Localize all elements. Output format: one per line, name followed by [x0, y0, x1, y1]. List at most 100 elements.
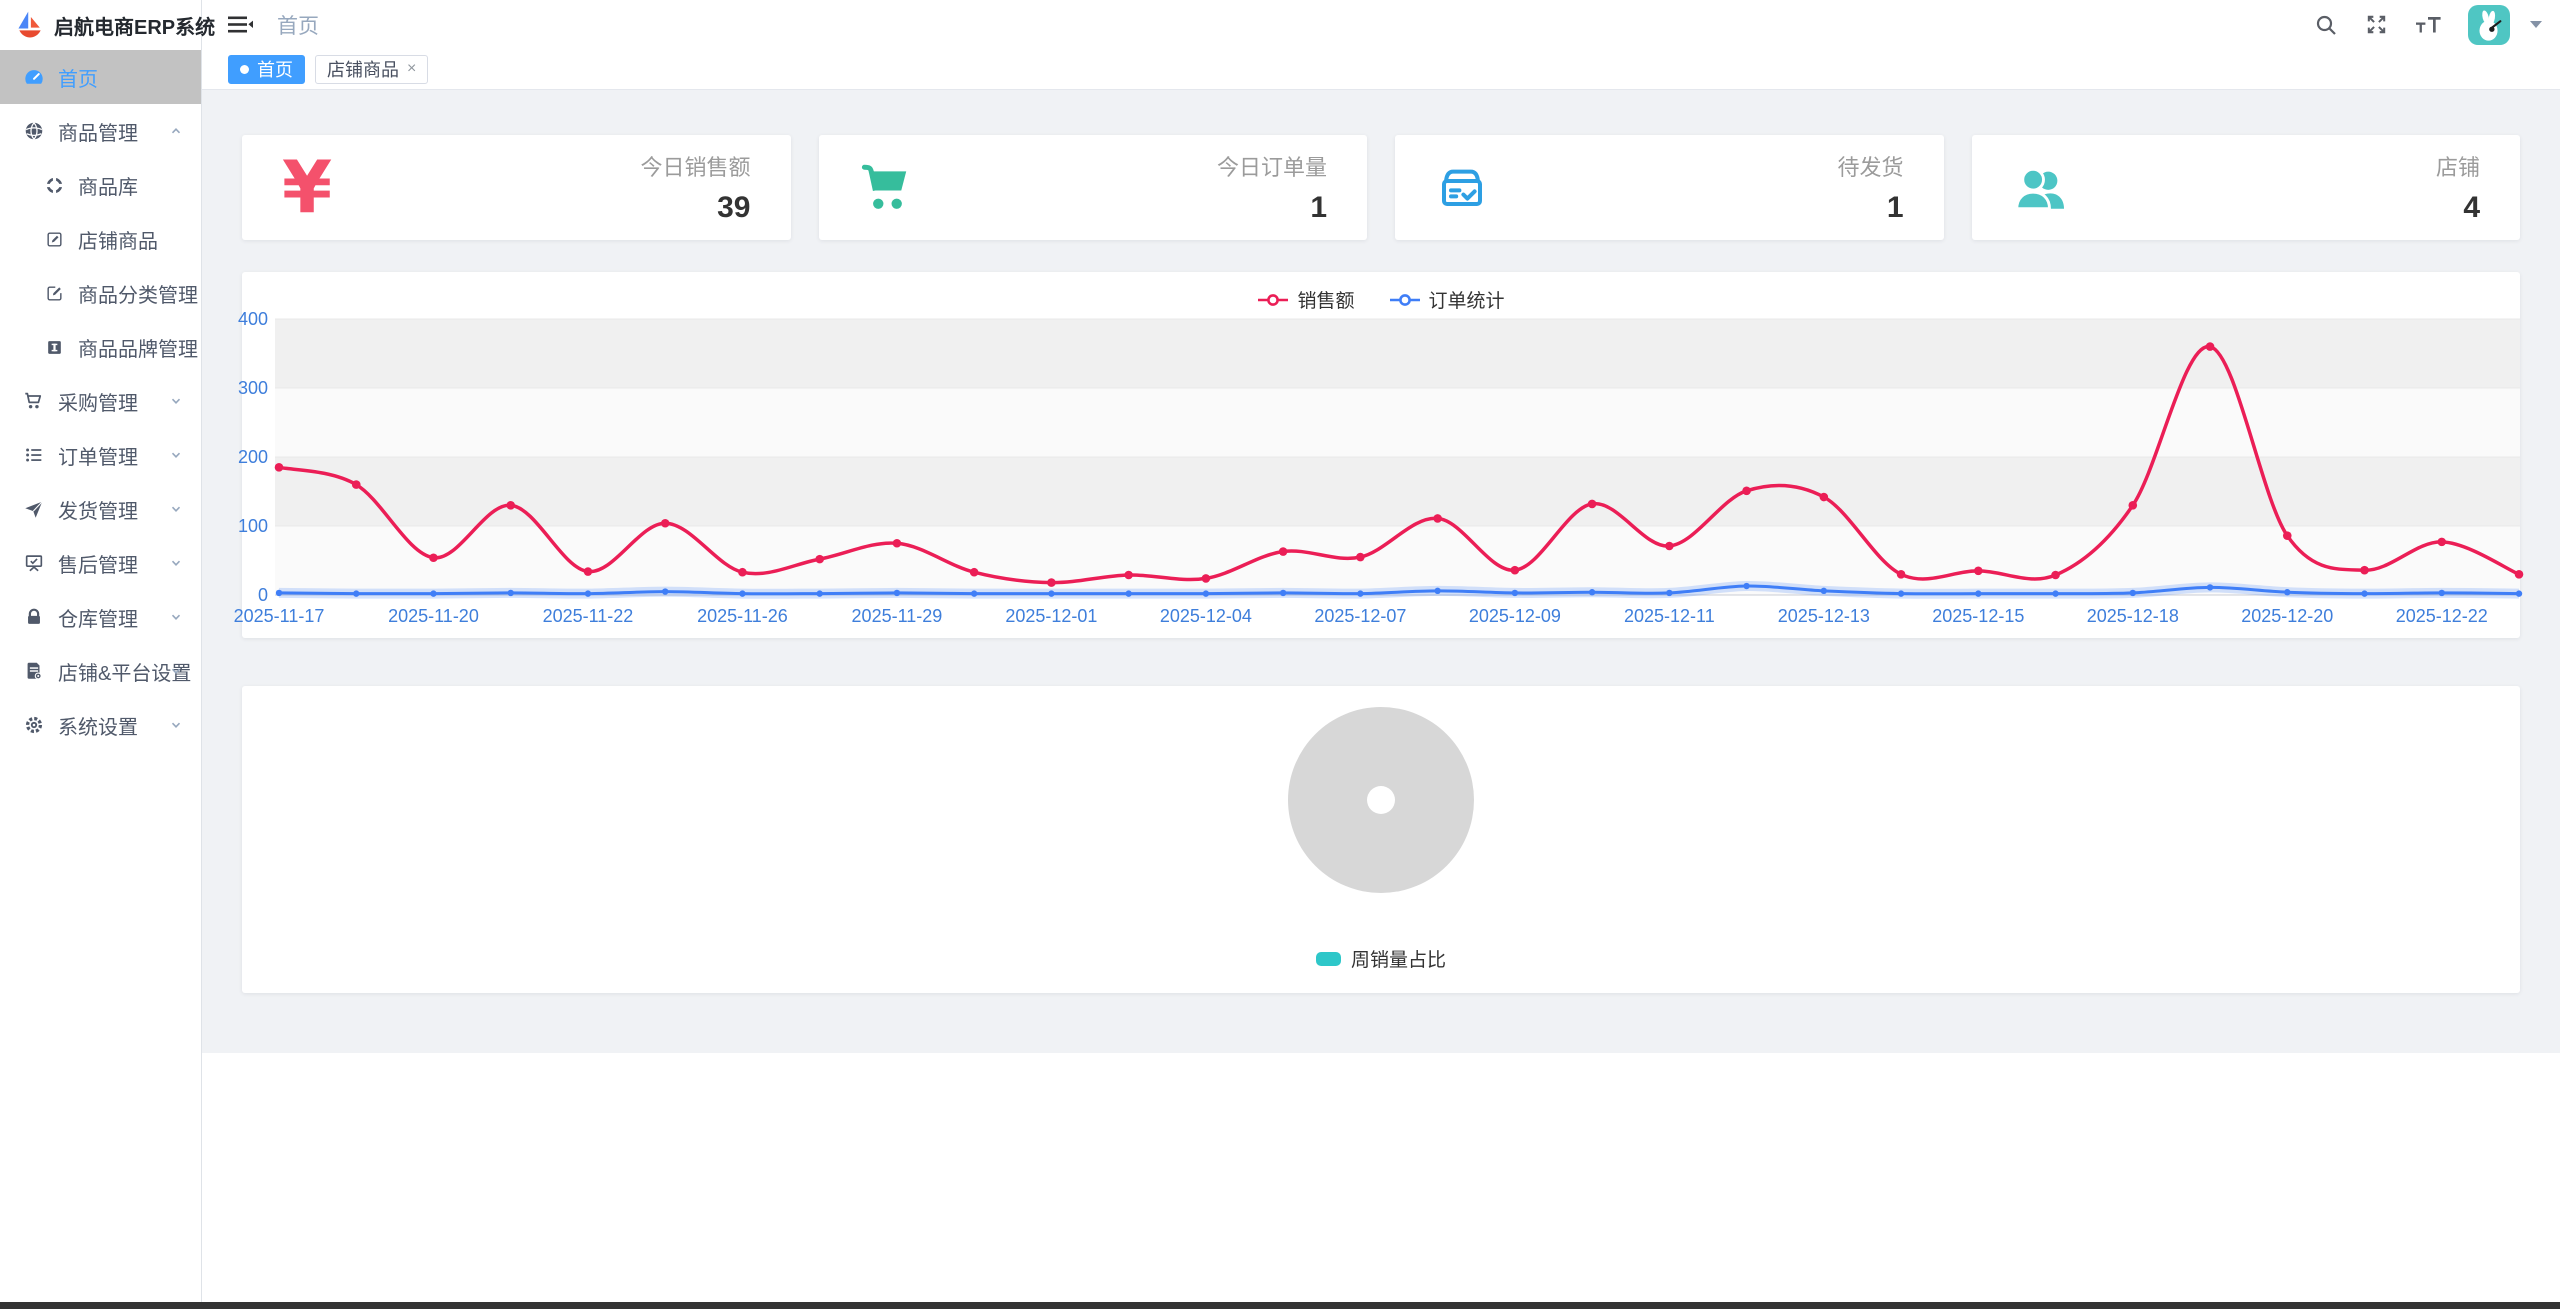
sidebar-item-label: 首页 — [58, 63, 98, 92]
svg-text:300: 300 — [238, 378, 268, 398]
stat-value: 1 — [1837, 191, 1903, 225]
stat-card-pending-shipment: 待发货 1 — [1395, 135, 1944, 240]
sidebar-item-label: 商品管理 — [58, 117, 138, 146]
svg-text:2025-12-01: 2025-12-01 — [1005, 606, 1097, 626]
chevron-down-icon — [169, 448, 183, 462]
sidebar-item-label: 系统设置 — [58, 711, 138, 740]
svg-text:2025-12-13: 2025-12-13 — [1778, 606, 1870, 626]
stat-label: 待发货 — [1837, 150, 1903, 182]
people-icon — [2012, 161, 2102, 215]
edit-square-icon — [42, 281, 66, 305]
stat-value: 4 — [2436, 191, 2480, 225]
cart-icon — [859, 161, 949, 215]
compass-icon — [42, 173, 66, 197]
main-content: ¥ 今日销售额 39 今日订单量 1 — [202, 90, 2560, 1309]
legend-label: 周销量占比 — [1351, 945, 1446, 972]
top-header: 首页 — [202, 0, 2560, 49]
tag-label: 店铺商品 — [327, 56, 399, 82]
sidebar-item-product-library[interactable]: 商品库 — [0, 158, 201, 212]
stat-value: 39 — [640, 191, 750, 225]
svg-text:0: 0 — [258, 585, 268, 605]
svg-text:200: 200 — [238, 447, 268, 467]
sidebar-item-aftersales[interactable]: 售后管理 — [0, 536, 201, 590]
sidebar-item-label: 商品库 — [78, 171, 138, 200]
tags-view-bar: 首页 店铺商品 × — [202, 49, 2560, 90]
chevron-up-icon — [169, 124, 183, 138]
svg-text:2025-11-29: 2025-11-29 — [852, 606, 943, 626]
sidebar-item-label: 订单管理 — [58, 441, 138, 470]
sidebar-item-store-platform-settings[interactable]: 店铺&平台设置 — [0, 644, 201, 698]
lock-icon — [22, 605, 46, 629]
line-chart-legend: 销售额 订单统计 — [242, 286, 2520, 313]
user-avatar[interactable] — [2468, 5, 2510, 45]
package-icon — [1435, 162, 1525, 214]
tag-home[interactable]: 首页 — [228, 55, 305, 84]
tag-label: 首页 — [257, 56, 293, 82]
sidebar-item-product-brands[interactable]: 商品品牌管理 — [0, 320, 201, 374]
sidebar-item-purchasing[interactable]: 采购管理 — [0, 374, 201, 428]
edit-doc-icon — [42, 227, 66, 251]
svg-text:2025-12-20: 2025-12-20 — [2241, 606, 2333, 626]
sidebar-item-system-settings[interactable]: 系统设置 — [0, 698, 201, 752]
fullscreen-icon[interactable] — [2364, 12, 2389, 37]
legend-label: 订单统计 — [1429, 286, 1505, 313]
active-tag-dot — [240, 65, 249, 74]
stat-card-orders: 今日订单量 1 — [819, 135, 1368, 240]
avatar-dropdown-caret-icon[interactable] — [2530, 21, 2542, 28]
svg-text:2025-12-09: 2025-12-09 — [1469, 606, 1561, 626]
stat-card-sales: ¥ 今日销售额 39 — [242, 135, 791, 240]
svg-text:2025-11-17: 2025-11-17 — [234, 606, 325, 626]
globe-icon — [22, 119, 46, 143]
sidebar-item-shipping[interactable]: 发货管理 — [0, 482, 201, 536]
stat-card-stores: 店铺 4 — [1972, 135, 2521, 240]
line-chart-plot: 01002003004002025-11-172025-11-202025-11… — [242, 272, 2520, 638]
sidebar-item-label: 售后管理 — [58, 549, 138, 578]
sidebar-item-store-products[interactable]: 店铺商品 — [0, 212, 201, 266]
app-title: 启航电商ERP系统 — [54, 11, 215, 40]
sales-line-chart-card: 销售额 订单统计 01002003004002025-11-172025-11-… — [242, 272, 2520, 638]
gear-icon — [22, 713, 46, 737]
sidebar-fold-icon[interactable] — [228, 15, 253, 34]
stat-value: 1 — [1217, 191, 1327, 225]
breadcrumb[interactable]: 首页 — [277, 10, 319, 40]
sidebar-item-product-categories[interactable]: 商品分类管理 — [0, 266, 201, 320]
stat-label: 今日销售额 — [640, 150, 750, 182]
svg-text:2025-12-15: 2025-12-15 — [1932, 606, 2024, 626]
svg-text:2025-11-26: 2025-11-26 — [697, 606, 788, 626]
sidebar-item-home[interactable]: 首页 — [0, 50, 201, 104]
sidebar-item-orders[interactable]: 订单管理 — [0, 428, 201, 482]
pie-chart-legend[interactable]: 周销量占比 — [242, 945, 2520, 972]
svg-text:2025-11-22: 2025-11-22 — [543, 606, 634, 626]
sidebar-item-products[interactable]: 商品管理 — [0, 104, 201, 158]
info-square-icon — [42, 335, 66, 359]
donut-hole — [1367, 786, 1395, 814]
chevron-down-icon — [169, 394, 183, 408]
chevron-down-icon — [169, 610, 183, 624]
sidebar-item-label: 发货管理 — [58, 495, 138, 524]
stat-label: 店铺 — [2436, 150, 2480, 182]
legend-label: 销售额 — [1297, 286, 1354, 313]
svg-text:2025-11-20: 2025-11-20 — [388, 606, 479, 626]
svg-text:2025-12-07: 2025-12-07 — [1314, 606, 1406, 626]
app-logo-icon — [14, 9, 46, 41]
board-check-icon — [22, 551, 46, 575]
legend-item-orders[interactable]: 订单统计 — [1389, 286, 1505, 313]
window-bottom-edge — [0, 1302, 2560, 1309]
send-icon — [22, 497, 46, 521]
sidebar-item-warehouse[interactable]: 仓库管理 — [0, 590, 201, 644]
cart-icon — [22, 389, 46, 413]
close-icon[interactable]: × — [407, 61, 416, 77]
legend-item-sales[interactable]: 销售额 — [1257, 286, 1354, 313]
app-logo-row: 启航电商ERP系统 — [0, 0, 201, 50]
weekly-sales-pie-card: 周销量占比 — [242, 686, 2520, 993]
sidebar-item-label: 商品品牌管理 — [78, 333, 198, 362]
chevron-down-icon — [169, 502, 183, 516]
search-icon[interactable] — [2314, 13, 2338, 37]
svg-text:2025-12-22: 2025-12-22 — [2396, 606, 2488, 626]
svg-text:100: 100 — [238, 516, 268, 536]
tag-store-products[interactable]: 店铺商品 × — [315, 55, 428, 84]
font-size-icon[interactable] — [2415, 14, 2442, 36]
svg-text:2025-12-18: 2025-12-18 — [2087, 606, 2179, 626]
stat-label: 今日订单量 — [1217, 150, 1327, 182]
yen-icon: ¥ — [282, 155, 372, 220]
